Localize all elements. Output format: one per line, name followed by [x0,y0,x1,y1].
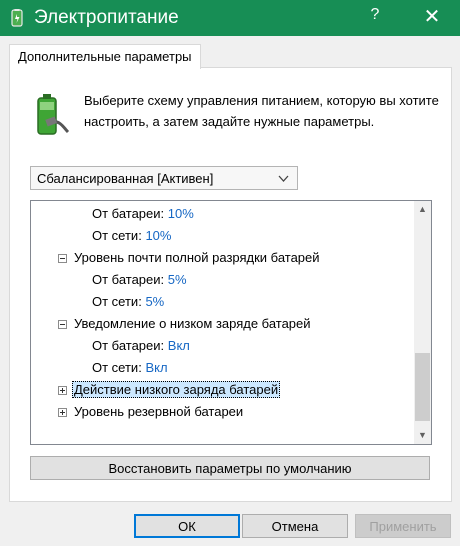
tree-node-selected[interactable]: Действие низкого заряда батарей [72,380,281,400]
tree-row[interactable]: От сети: Вкл [92,358,168,378]
scrollbar-thumb[interactable] [415,353,430,421]
tree-row[interactable]: От сети: 5% [92,292,164,312]
setting-value-link[interactable]: 10% [145,228,171,243]
setting-label: От батареи: [92,206,165,221]
tree-node[interactable]: Уровень резервной батареи [74,402,243,422]
expand-icon[interactable] [58,386,67,395]
chevron-down-icon [278,167,289,199]
setting-value-link[interactable]: 10% [168,206,194,221]
tree-node-label: Уведомление о низком заряде батарей [74,316,311,331]
tree-node-label: Уровень резервной батареи [74,404,244,419]
vertical-scrollbar[interactable]: ▲ ▼ [414,201,431,444]
tree-node-label: Действие низкого заряда батарей [72,381,281,398]
setting-value-link[interactable]: Вкл [145,360,167,375]
tree-node[interactable]: Уведомление о низком заряде батарей [74,314,311,334]
setting-label: От сети: [92,360,142,375]
setting-label: От батареи: [92,338,165,353]
collapse-icon[interactable] [58,320,67,329]
title-bar: Электропитание ? ✕ [0,0,460,36]
battery-plug-icon [37,94,70,135]
setting-value-link[interactable]: Вкл [168,338,190,353]
cancel-button[interactable]: Отмена [242,514,348,538]
setting-value-link[interactable]: 5% [168,272,187,287]
intro-text: Выберите схему управления питанием, кото… [84,93,439,129]
tree-row[interactable]: От батареи: Вкл [92,336,190,356]
setting-label: От сети: [92,228,142,243]
window-title: Электропитание [34,7,179,28]
help-button[interactable]: ? [363,6,387,24]
power-scheme-select[interactable]: Сбалансированная [Активен] [30,166,298,190]
settings-tree[interactable]: От батареи: 10% От сети: 10% Уровень поч… [30,200,432,445]
power-options-icon [11,9,23,27]
tree-row[interactable]: От сети: 10% [92,226,171,246]
expand-icon[interactable] [58,408,67,417]
tab-advanced-settings[interactable]: Дополнительные параметры [9,44,201,69]
setting-label: От батареи: [92,272,165,287]
setting-label: От сети: [92,294,142,309]
restore-defaults-button[interactable]: Восстановить параметры по умолчанию [30,456,430,480]
power-options-dialog: Электропитание ? ✕ Дополнительные параме… [0,0,460,546]
scroll-up-icon[interactable]: ▲ [414,201,431,218]
power-scheme-value: Сбалансированная [Активен] [37,171,214,186]
collapse-icon[interactable] [58,254,67,263]
tree-node-label: Уровень почти полной разрядки батарей [74,250,320,265]
tree-row[interactable]: От батареи: 5% [92,270,187,290]
apply-button[interactable]: Применить [355,514,451,538]
scroll-down-icon[interactable]: ▼ [414,427,431,444]
tree-row[interactable]: От батареи: 10% [92,204,194,224]
tree-node[interactable]: Уровень почти полной разрядки батарей [74,248,320,268]
ok-button[interactable]: ОК [134,514,240,538]
close-button[interactable]: ✕ [418,4,446,29]
setting-value-link[interactable]: 5% [145,294,164,309]
